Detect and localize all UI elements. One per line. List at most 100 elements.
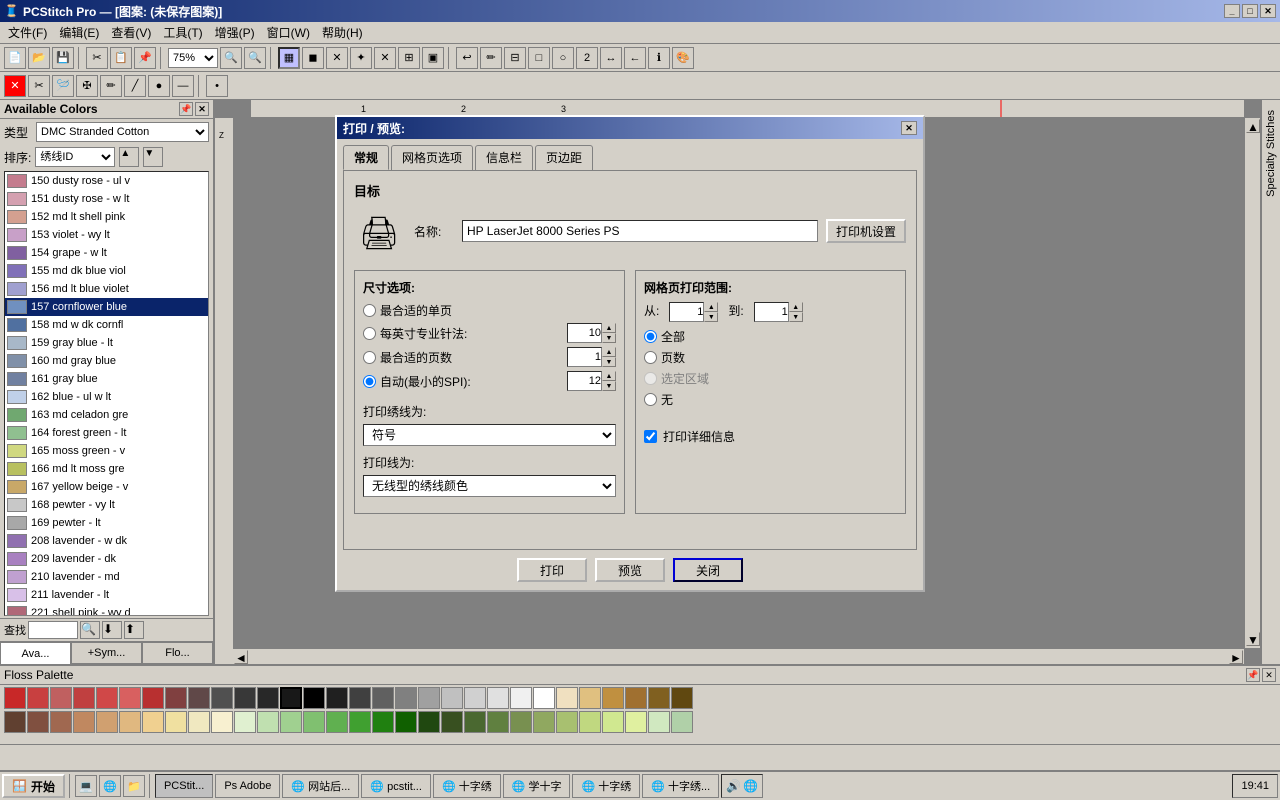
line-btn[interactable]: ✏ [480,47,502,69]
color-item[interactable]: 158 md w dk cornfl [5,316,208,334]
radio-per-inch-input[interactable] [363,327,376,340]
menu-file[interactable]: 文件(F) [2,22,53,43]
floss-swatch[interactable] [579,711,601,733]
taskbar-item-0[interactable]: PCStit... [155,774,213,798]
color-list[interactable]: 150 dusty rose - ul v151 dusty rose - w … [4,171,209,616]
tab-available[interactable]: Ava... [0,642,71,664]
cut-button[interactable]: ✂ [86,47,108,69]
open-button[interactable]: 📂 [28,47,50,69]
edit-btn[interactable]: ↔ [600,47,622,69]
floss-swatch[interactable] [326,711,348,733]
from-down[interactable]: ▼ [704,312,718,322]
floss-swatch[interactable] [487,711,509,733]
fill-btn[interactable]: ⊟ [504,47,526,69]
floss-swatch[interactable] [50,687,72,709]
floss-swatch[interactable] [418,687,440,709]
scrollbar-horizontal[interactable]: ◄ ► [233,648,1244,664]
floss-pin-button[interactable]: 📌 [1246,668,1260,682]
floss-swatch[interactable] [234,687,256,709]
floss-swatch[interactable] [533,687,555,709]
color-item[interactable]: 162 blue - ul w lt [5,388,208,406]
floss-swatch[interactable] [326,687,348,709]
print-dialog[interactable]: 打印 / 预览: ✕ 常规 网格页选项 信息栏 页边距 目标 🖨 [335,115,925,592]
floss-swatch[interactable] [27,711,49,733]
color-item[interactable]: 209 lavender - dk [5,550,208,568]
floss-swatch[interactable] [625,711,647,733]
color-item[interactable]: 169 pewter - lt [5,514,208,532]
floss-swatch[interactable] [372,711,394,733]
pages-value[interactable] [567,347,602,367]
floss-swatch[interactable] [211,687,233,709]
per-inch-value[interactable] [567,323,602,343]
sort-asc-button[interactable]: ▲ [119,147,139,167]
copy-button[interactable]: 📋 [110,47,132,69]
tool-circle[interactable]: ● [148,75,170,97]
tab-general[interactable]: 常规 [343,145,389,170]
paste-button[interactable]: 📌 [134,47,156,69]
type-select[interactable]: DMC Stranded Cotton [36,122,209,142]
stitch-btn-3[interactable]: ✕ [374,47,396,69]
radio-best-fit-input[interactable] [363,304,376,317]
color-item[interactable]: 152 md lt shell pink [5,208,208,226]
spi-spinner[interactable]: ▲ ▼ [567,371,616,391]
maximize-button[interactable]: □ [1242,4,1258,18]
grid-selection-input[interactable] [644,372,657,385]
color-btn[interactable]: 🎨 [672,47,694,69]
color-item[interactable]: 165 moss green - v [5,442,208,460]
search-button-2[interactable]: ⬇ [102,621,122,639]
preview-button[interactable]: 预览 [595,558,665,582]
print-button[interactable]: 打印 [517,558,587,582]
tab-symbol[interactable]: +Sym... [71,642,142,664]
menu-view[interactable]: 查看(V) [105,22,157,43]
floss-swatch[interactable] [349,711,371,733]
sort-desc-button[interactable]: ▼ [143,147,163,167]
search-button-1[interactable]: 🔍 [80,621,100,639]
color-item[interactable]: 155 md dk blue viol [5,262,208,280]
tool-needle[interactable]: 🪡 [52,75,74,97]
floss-swatch[interactable] [188,687,210,709]
floss-swatch[interactable] [257,687,279,709]
floss-swatch[interactable] [671,687,693,709]
spi-up[interactable]: ▲ [602,371,616,381]
color-item[interactable]: 167 yellow beige - v [5,478,208,496]
zoom-select[interactable]: 75% [168,48,218,68]
scroll-right-button[interactable]: ► [1229,650,1243,664]
floss-swatch[interactable] [510,687,532,709]
stitch-btn-1[interactable]: ✕ [326,47,348,69]
menu-edit[interactable]: 编辑(E) [53,22,105,43]
per-inch-up[interactable]: ▲ [602,323,616,333]
floss-swatch[interactable] [533,711,555,733]
start-button[interactable]: 🪟 开始 [2,774,65,798]
to-up[interactable]: ▲ [789,302,803,312]
floss-swatch[interactable] [211,711,233,733]
color-item[interactable]: 160 md gray blue [5,352,208,370]
ellipse-btn[interactable]: ○ [552,47,574,69]
tool-stop[interactable]: ✕ [4,75,26,97]
floss-close-button[interactable]: ✕ [1262,668,1276,682]
menu-tools[interactable]: 工具(T) [157,22,208,43]
spi-value[interactable] [567,371,602,391]
floss-swatch[interactable] [395,687,417,709]
floss-swatch[interactable] [441,711,463,733]
save-button[interactable]: 💾 [52,47,74,69]
color-item[interactable]: 168 pewter - vy lt [5,496,208,514]
floss-swatch[interactable] [50,711,72,733]
floss-swatch[interactable] [602,687,624,709]
menu-enhance[interactable]: 增强(P) [209,22,261,43]
tab-floss[interactable]: Flo... [142,642,213,664]
print-detail-checkbox[interactable] [644,430,657,443]
color-item[interactable]: 164 forest green - lt [5,424,208,442]
color-item[interactable]: 166 md lt moss gre [5,460,208,478]
stitch-btn-2[interactable]: ✦ [350,47,372,69]
floss-swatch[interactable] [648,687,670,709]
floss-swatch[interactable] [165,687,187,709]
per-inch-spinner[interactable]: ▲ ▼ [567,323,616,343]
panel-close-button[interactable]: ✕ [195,102,209,116]
zoom-out-button[interactable]: 🔍 [220,47,242,69]
pages-up[interactable]: ▲ [602,347,616,357]
floss-swatch[interactable] [4,687,26,709]
floss-swatch[interactable] [602,711,624,733]
from-spinner[interactable]: ▲ ▼ [669,302,718,322]
color-item[interactable]: 210 lavender - md [5,568,208,586]
color-item[interactable]: 161 gray blue [5,370,208,388]
